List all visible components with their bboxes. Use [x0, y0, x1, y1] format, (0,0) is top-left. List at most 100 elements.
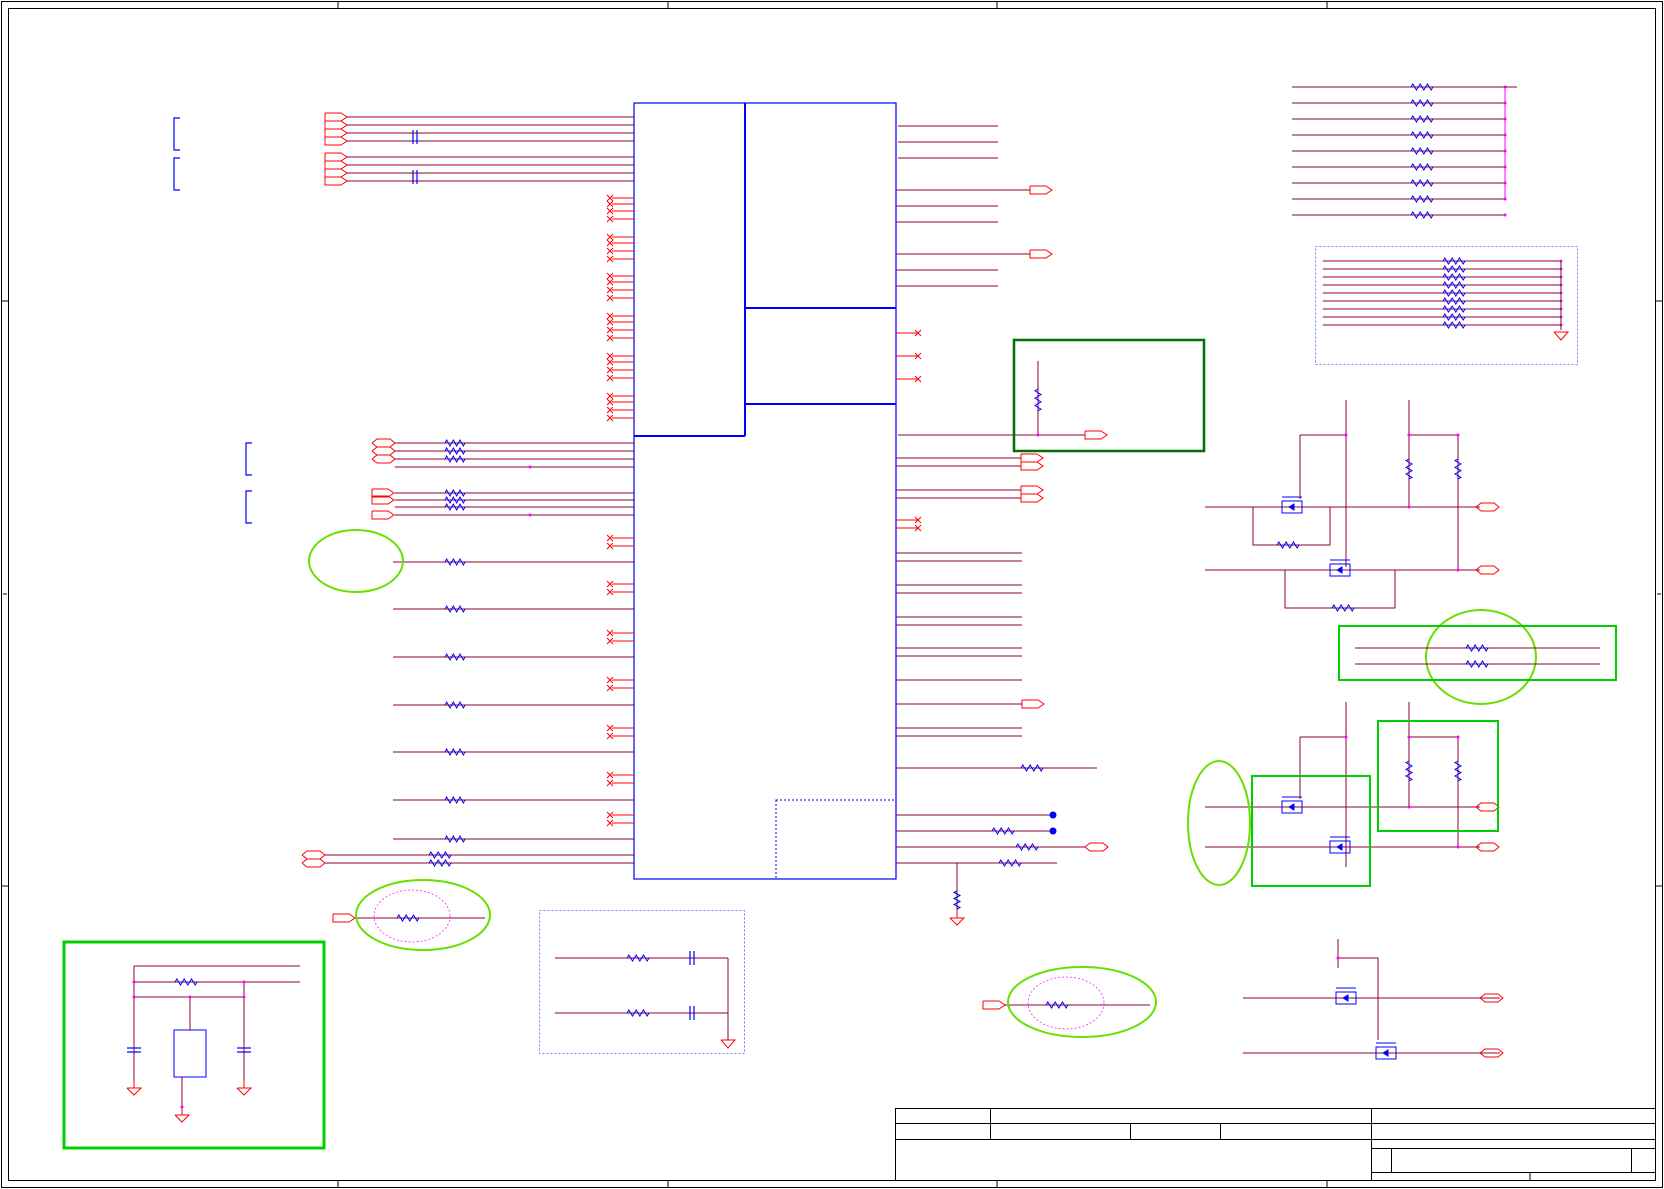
- mosfet-arrow: [1288, 803, 1295, 811]
- bidir-port-flag: [301, 858, 326, 868]
- resistor: [1442, 257, 1466, 265]
- port-flag: [324, 112, 348, 122]
- port-flag: [324, 136, 348, 146]
- resistor: [444, 700, 466, 710]
- resistor: [1410, 147, 1434, 155]
- resistor: [1276, 541, 1300, 549]
- junction: [528, 513, 532, 517]
- pin-terminal: [1407, 395, 1412, 400]
- port-flag: [324, 168, 348, 178]
- resistor: [1410, 195, 1434, 203]
- ground-symbol: [949, 917, 966, 926]
- junction: [188, 995, 192, 999]
- resistor: [1410, 99, 1434, 107]
- pullup-resistor-bank: [1292, 83, 1523, 219]
- junction: [132, 995, 136, 999]
- resistor: [1404, 760, 1414, 782]
- main-ic-symbol: [633, 102, 897, 880]
- resistor: [444, 454, 466, 464]
- resistor: [428, 859, 452, 867]
- junction: [180, 1105, 184, 1109]
- junction: [1036, 433, 1040, 437]
- junction: [1456, 433, 1460, 437]
- mosfet-arrow: [1342, 994, 1349, 1002]
- highlight-ellipse: [355, 879, 491, 951]
- resistor: [444, 795, 466, 805]
- port-flag: [1084, 430, 1108, 440]
- resistor: [952, 890, 962, 910]
- junction: [242, 995, 246, 999]
- junction: [1503, 213, 1507, 217]
- junction: [1407, 735, 1411, 739]
- resistor: [428, 851, 452, 859]
- resistor: [1410, 163, 1434, 171]
- inner-dashed-ellipse: [1027, 976, 1105, 1030]
- highlight-box: [1012, 338, 1206, 453]
- highlight-ellipse: [308, 529, 404, 593]
- left-signal-nets: [173, 112, 634, 943]
- resistor: [626, 954, 650, 962]
- pin-terminal: [1344, 395, 1349, 400]
- pin-terminal: [389, 750, 394, 755]
- test-point: [1049, 811, 1057, 819]
- junction: [242, 980, 246, 984]
- resistor: [1331, 604, 1355, 612]
- resistor: [1442, 321, 1466, 329]
- port-flag: [332, 913, 356, 923]
- ground-symbol: [126, 1087, 143, 1096]
- level-shifter-circuits: [1205, 395, 1504, 1060]
- resistor: [1442, 305, 1466, 313]
- bus-bracket: [173, 117, 180, 151]
- resistor: [1442, 273, 1466, 281]
- resistor: [1015, 843, 1039, 851]
- port-flag: [1020, 493, 1044, 503]
- junction: [1407, 505, 1411, 509]
- ground-symbol: [236, 1087, 253, 1096]
- resistor: [626, 1009, 650, 1017]
- pin-terminal: [1344, 697, 1349, 702]
- resistor: [1020, 764, 1044, 772]
- resistor: [1410, 179, 1434, 187]
- mosfet-arrow: [1336, 843, 1343, 851]
- mosfet-arrow: [1288, 503, 1295, 511]
- rc-filter-block: [539, 910, 745, 1054]
- resistor: [998, 859, 1022, 867]
- highlight-box: [1338, 625, 1617, 681]
- port-flag: [324, 128, 348, 138]
- bidir-port-flag: [371, 454, 396, 464]
- resistor: [444, 604, 466, 614]
- ground-symbol: [1553, 331, 1570, 341]
- junction: [132, 980, 136, 984]
- resistor: [174, 978, 198, 986]
- resistor: [1404, 458, 1414, 480]
- resistor: [444, 834, 466, 844]
- pin-terminal: [389, 607, 394, 612]
- junction: [1456, 568, 1460, 572]
- port-flag: [324, 152, 348, 162]
- port-flag: [324, 160, 348, 170]
- port-flag: [1021, 699, 1045, 709]
- ground-symbol: [174, 1114, 191, 1123]
- resistor: [1410, 211, 1434, 219]
- bus-bracket: [245, 442, 252, 476]
- resistor: [444, 502, 466, 512]
- outer-border: [1, 1, 1663, 1188]
- test-point: [1049, 827, 1057, 835]
- right-signal-nets: [896, 125, 1150, 1030]
- ground-symbol: [720, 1039, 737, 1049]
- title-cell: [1371, 1148, 1392, 1173]
- schematic-sheet: [1, 1, 1663, 1188]
- resistor: [1442, 313, 1466, 321]
- pin-terminal: [1336, 934, 1341, 939]
- resistor: [444, 488, 466, 498]
- regulator-circuit: [126, 965, 300, 1123]
- resistor: [1442, 297, 1466, 305]
- highlight-ellipse: [1425, 609, 1537, 705]
- pin-terminal: [389, 798, 394, 803]
- highlight-box: [62, 940, 326, 1150]
- pin-terminal: [1518, 85, 1523, 90]
- junction: [1344, 735, 1348, 739]
- pin-terminal: [1097, 766, 1102, 771]
- resistor: [1410, 83, 1434, 91]
- ic-outline: [633, 102, 897, 880]
